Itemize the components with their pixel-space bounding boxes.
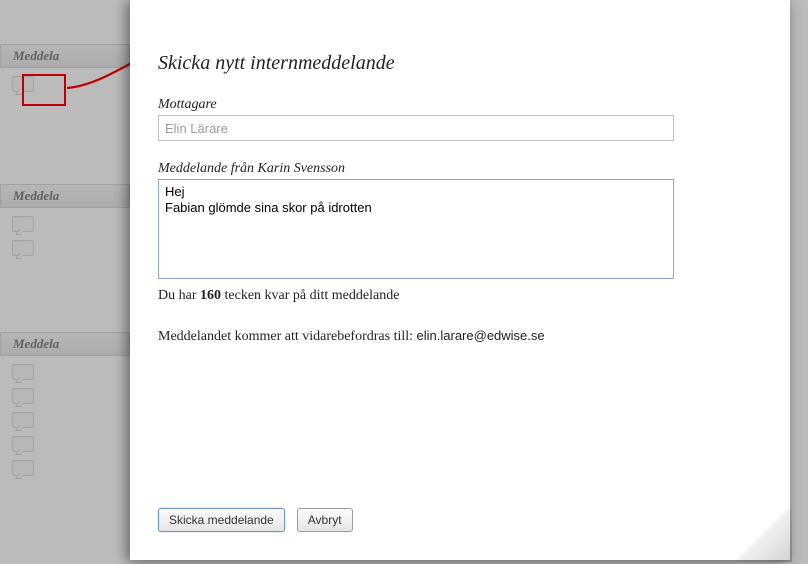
message-label: Meddelande från Karin Svensson	[158, 161, 762, 177]
sidebar: Meddela Meddela Meddela	[0, 0, 130, 564]
speech-bubble-icon[interactable]	[12, 240, 34, 256]
speech-bubble-icon[interactable]	[12, 436, 34, 452]
dialog-buttons: Skicka meddelande Avbryt	[158, 508, 361, 532]
forward-info: Meddelandet kommer att vidarebefordras t…	[158, 328, 762, 345]
speech-bubble-icon[interactable]	[12, 364, 34, 380]
cancel-button[interactable]: Avbryt	[297, 508, 353, 532]
recipient-field-group: Mottagare	[158, 97, 762, 141]
speech-bubble-icon[interactable]	[12, 216, 34, 232]
forward-prefix: Meddelandet kommer att vidarebefordras t…	[158, 329, 417, 344]
send-button[interactable]: Skicka meddelande	[158, 508, 285, 532]
char-counter: Du har 160 tecken kvar på ditt meddeland…	[158, 288, 762, 304]
speech-bubble-icon[interactable]	[12, 460, 34, 476]
recipient-input[interactable]	[158, 115, 674, 141]
char-counter-suffix: tecken kvar på ditt meddelande	[221, 288, 399, 303]
char-counter-prefix: Du har	[158, 288, 200, 303]
char-counter-value: 160	[200, 288, 221, 303]
recipient-label: Mottagare	[158, 97, 762, 113]
sidebar-section-header: Meddela	[0, 44, 130, 68]
message-textarea[interactable]	[158, 179, 674, 279]
sidebar-section-header: Meddela	[0, 332, 130, 356]
speech-bubble-icon[interactable]	[12, 412, 34, 428]
compose-message-dialog: Skicka nytt internmeddelande Mottagare M…	[130, 0, 790, 560]
dialog-title: Skicka nytt internmeddelande	[158, 52, 762, 75]
sidebar-section-header: Meddela	[0, 184, 130, 208]
forward-email: elin.larare@edwise.se	[417, 328, 545, 343]
message-field-group: Meddelande från Karin Svensson Du har 16…	[158, 161, 762, 304]
speech-bubble-icon[interactable]	[12, 76, 34, 92]
speech-bubble-icon[interactable]	[12, 388, 34, 404]
